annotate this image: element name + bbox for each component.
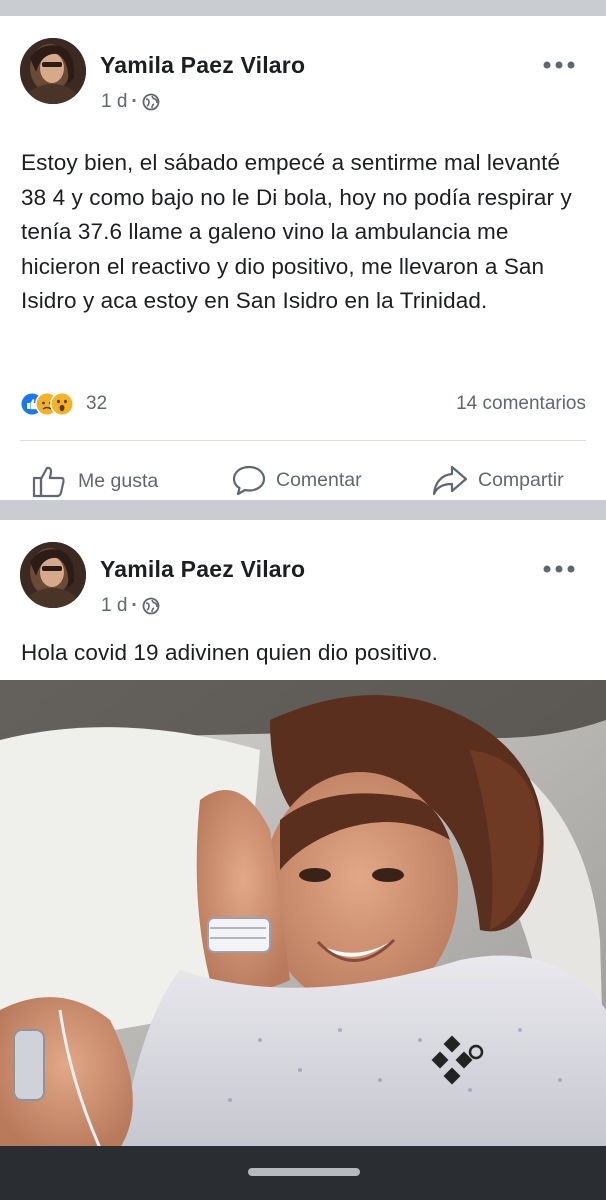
post-body-text: Estoy bien, el sábado empecé a sentirme …	[21, 150, 572, 313]
system-navigation-bar	[0, 1146, 606, 1200]
comment-button[interactable]: Comentar	[232, 464, 362, 496]
author-avatar[interactable]	[20, 38, 86, 104]
post-time[interactable]: 1 d	[101, 91, 127, 113]
wow-icon	[50, 392, 74, 416]
home-indicator[interactable]	[248, 1168, 360, 1176]
more-options-icon[interactable]	[542, 58, 576, 72]
author-avatar[interactable]	[20, 542, 86, 608]
post-time[interactable]: 1 d	[101, 595, 127, 617]
comment-count[interactable]: 14 comentarios	[456, 393, 586, 415]
more-options-icon[interactable]	[542, 562, 576, 576]
post-card: Yamila Paez Vilaro 1 d · Estoy bien, el …	[0, 16, 606, 500]
feed: Yamila Paez Vilaro 1 d · Estoy bien, el …	[0, 0, 606, 1200]
share-button[interactable]: Compartir	[432, 464, 564, 496]
post-meta: 1 d ·	[101, 91, 160, 113]
reactions-summary: 32 14 comentarios	[20, 386, 586, 422]
like-button[interactable]: Me gusta	[32, 464, 158, 498]
post-photo[interactable]	[0, 680, 606, 1148]
comment-icon	[232, 465, 266, 496]
actions-divider	[20, 440, 586, 441]
reaction-icons[interactable]	[20, 392, 74, 416]
avatar-image	[20, 38, 86, 104]
globe-icon	[142, 93, 160, 111]
post-body-text: Hola covid 19 adivinen quien dio positiv…	[21, 640, 438, 665]
meta-separator: ·	[131, 595, 138, 616]
meta-separator: ·	[131, 91, 138, 112]
post-actions: Me gusta Comentar Compartir	[0, 456, 606, 504]
like-label: Me gusta	[78, 469, 159, 492]
author-name[interactable]: Yamila Paez Vilaro	[100, 556, 305, 583]
thumbs-up-icon	[32, 466, 65, 498]
reaction-count[interactable]: 32	[86, 393, 107, 415]
post-header: Yamila Paez Vilaro 1 d ·	[0, 16, 606, 112]
share-label: Compartir	[478, 468, 564, 491]
share-icon	[432, 465, 468, 496]
avatar-image	[20, 542, 86, 608]
post-header: Yamila Paez Vilaro 1 d ·	[0, 520, 606, 616]
photo-image	[0, 680, 606, 1148]
post-meta: 1 d ·	[101, 595, 160, 617]
feed-top-gap	[0, 0, 606, 16]
author-name[interactable]: Yamila Paez Vilaro	[100, 52, 305, 79]
comment-label: Comentar	[276, 468, 362, 491]
globe-icon	[142, 597, 160, 615]
